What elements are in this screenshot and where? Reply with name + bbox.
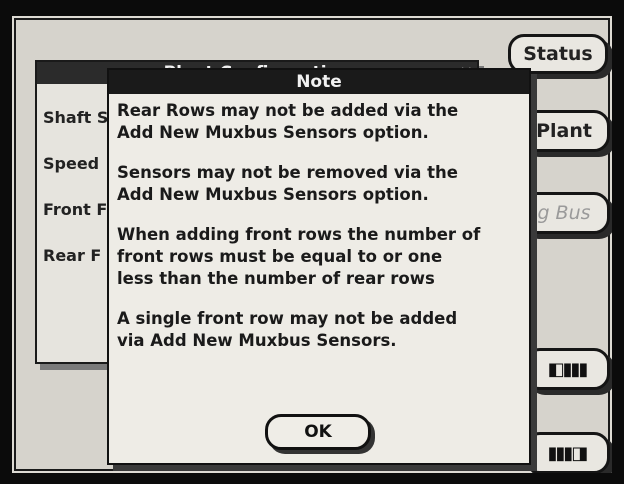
arrow-left-icon: ◧▮▮▮ — [547, 358, 589, 380]
ok-button[interactable]: OK — [265, 414, 371, 450]
plant-button-label: Plant — [536, 120, 592, 142]
dialog-title: Note — [109, 70, 529, 94]
speed-label: Speed — [43, 154, 100, 173]
dialog-body: Rear Rows may not be added via the Add N… — [117, 100, 521, 370]
next-button[interactable]: ▮▮▮◨ — [524, 432, 610, 473]
arrow-right-icon: ▮▮▮◨ — [547, 442, 589, 464]
shaft-label: Shaft S — [43, 108, 109, 127]
previous-button[interactable]: ◧▮▮▮ — [524, 348, 610, 390]
plant-button[interactable]: Plant — [518, 110, 610, 152]
rear-label: Rear F — [43, 246, 102, 265]
bus-button[interactable]: g Bus — [518, 192, 610, 234]
message-rear-rows: Rear Rows may not be added via the Add N… — [117, 101, 459, 142]
note-dialog: Note Rear Rows may not be added via the … — [107, 68, 531, 465]
message-sensors-removed: Sensors may not be removed via the Add N… — [117, 163, 458, 204]
screen: Status Plant g Bus ◧▮▮▮ ▮▮▮◨ Plant Confi… — [12, 16, 612, 473]
message-single-front-row: A single front row may not be added via … — [117, 309, 458, 350]
bus-button-label: g Bus — [537, 202, 591, 224]
status-button-label: Status — [523, 43, 593, 65]
ok-button-label: OK — [304, 422, 332, 442]
message-front-rows: When adding front rows the number of fro… — [117, 225, 481, 288]
front-label: Front F — [43, 200, 108, 219]
